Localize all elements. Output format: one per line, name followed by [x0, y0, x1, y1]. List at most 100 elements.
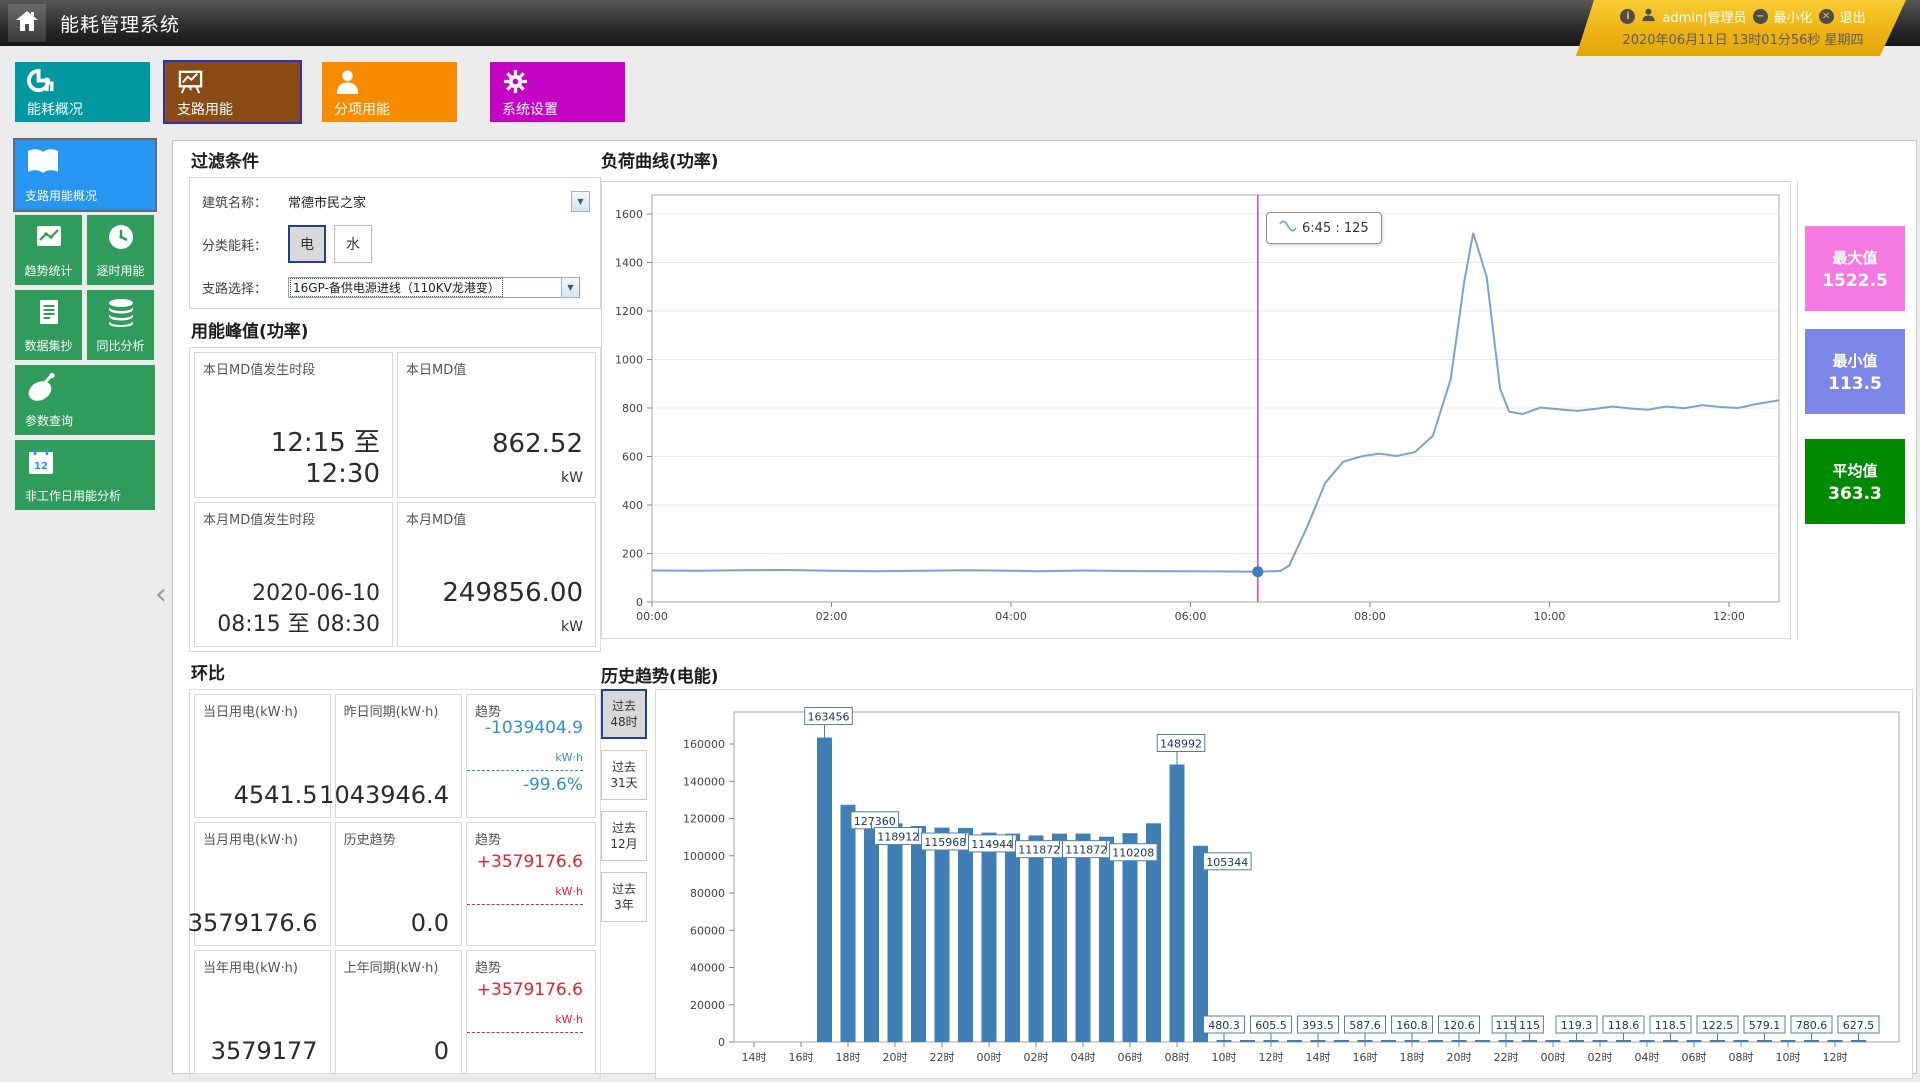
svg-text:02时: 02时 — [1024, 1051, 1049, 1064]
curve-chart-box: 0200400600800100012001400160000:0002:000… — [601, 181, 1791, 639]
svg-text:06时: 06时 — [1682, 1051, 1707, 1064]
hist-tab-3年[interactable]: 过去3年 — [601, 872, 647, 922]
sidebar-collapse-arrow[interactable]: ‹ — [155, 580, 167, 610]
nav-tab-3[interactable]: 分项用能 — [322, 62, 457, 122]
card-label: 历史趋势 — [344, 829, 396, 848]
database-icon — [105, 297, 137, 331]
app-title: 能耗管理系统 — [60, 10, 180, 37]
energy-option-水[interactable]: 水 — [334, 225, 372, 263]
home-button[interactable] — [8, 4, 46, 42]
trend-value: +3579176.6 kW·h — [467, 973, 583, 1051]
card-value: 3579177 — [211, 1037, 318, 1065]
branch-value: 16GP-备供电源进线（110KV龙港变） — [290, 278, 503, 297]
tooltip-text: 6:45 : 125 — [1302, 221, 1369, 236]
svg-text:22时: 22时 — [930, 1051, 955, 1064]
svg-text:12: 12 — [34, 461, 48, 472]
branch-select[interactable]: 16GP-备供电源进线（110KV龙港变） ▼ — [288, 277, 580, 298]
minimize-icon[interactable]: − — [1753, 9, 1768, 24]
card-value: 0.0 — [411, 909, 449, 937]
stat-value: 363.3 — [1828, 484, 1882, 504]
svg-text:111872: 111872 — [1065, 844, 1107, 857]
svg-text:110208: 110208 — [1112, 847, 1154, 860]
stat-label: 最大值 — [1832, 247, 1877, 268]
info-icon[interactable]: i — [1620, 9, 1635, 24]
logout-icon[interactable]: ✕ — [1819, 9, 1834, 24]
sidebar-item-4[interactable]: 数据集抄 — [15, 290, 82, 360]
nav-tab-2[interactable]: 支路用能 — [165, 62, 300, 122]
svg-text:16时: 16时 — [1353, 1051, 1378, 1064]
hist-tab-31天[interactable]: 过去31天 — [601, 750, 647, 800]
stat-label: 最小值 — [1832, 350, 1877, 371]
user-panel: i admin|管理员 − 最小化 ✕ 退出 2020年06月11日 13时01… — [1576, 0, 1906, 56]
sidebar-item-3[interactable]: 逐时用能 — [87, 215, 154, 285]
svg-text:140000: 140000 — [683, 775, 725, 788]
branch-label: 支路选择： — [202, 278, 288, 297]
card-value: 2020-06-1008:15 至 08:30 — [217, 581, 380, 638]
svg-text:12时: 12时 — [1259, 1051, 1284, 1064]
nav-tab-label: 支路用能 — [177, 99, 300, 119]
svg-text:16时: 16时 — [789, 1051, 814, 1064]
svg-text:04时: 04时 — [1635, 1051, 1660, 1064]
building-dropdown-arrow[interactable]: ▼ — [571, 191, 590, 212]
branch-dropdown-arrow[interactable]: ▼ — [561, 277, 579, 298]
curve-icon — [1279, 220, 1297, 236]
chart-tooltip: 6:45 : 125 — [1266, 212, 1382, 244]
svg-text:105344: 105344 — [1206, 856, 1248, 869]
nav-tab-4[interactable]: 系统设置 — [490, 62, 625, 122]
load-curve-chart[interactable]: 0200400600800100012001400160000:0002:000… — [602, 182, 1790, 638]
card-value: 1043946.4 — [319, 781, 449, 809]
card-value: 3579176.6 — [188, 909, 318, 937]
huanbi-title: 环比 — [191, 659, 225, 684]
hist-chart-box: 0200004000060000800001000001200001400001… — [655, 689, 1913, 1079]
logout-button[interactable]: 退出 — [1840, 7, 1866, 26]
svg-text:1200: 1200 — [615, 305, 643, 318]
svg-text:14时: 14时 — [1306, 1051, 1331, 1064]
peak-cards: 本日MD值发生时段12:15 至 12:30本日MD值862.52 kW本月MD… — [189, 347, 601, 652]
hist-tab-label: 过去 — [612, 820, 636, 836]
energy-label: 分类能耗： — [202, 235, 288, 254]
card-label: 本日MD值发生时段 — [203, 359, 315, 378]
sidebar-item-7[interactable]: 12非工作日用能分析 — [15, 440, 155, 510]
sidebar-item-2[interactable]: 趋势统计 — [15, 215, 82, 285]
energy-option-电[interactable]: 电 — [288, 225, 326, 263]
svg-text:160000: 160000 — [683, 738, 725, 751]
hist-tab-label2: 48时 — [610, 714, 637, 730]
svg-text:163456: 163456 — [808, 711, 850, 724]
content-panel: 过滤条件 建筑名称： 常德市民之家 ▼ 分类能耗： 电水 支路选择： 16GP-… — [172, 140, 1917, 1074]
building-label: 建筑名称： — [202, 192, 288, 211]
hist-tab-12月[interactable]: 过去12月 — [601, 811, 647, 861]
svg-text:115: 115 — [1496, 1019, 1517, 1032]
card-value: 862.52 kW — [492, 429, 583, 489]
minimize-button[interactable]: 最小化 — [1774, 7, 1813, 26]
sidebar-item-1[interactable]: 支路用能概况 — [15, 140, 155, 210]
nav-tab-1[interactable]: 能耗概况 — [15, 62, 150, 122]
huanbi-card-4: 当月用电(kW·h)3579176.6 — [194, 822, 331, 946]
svg-text:1000: 1000 — [615, 354, 643, 367]
svg-text:600: 600 — [622, 451, 643, 464]
peak-card-2: 本日MD值862.52 kW — [397, 352, 596, 498]
card-label: 本月MD值 — [406, 509, 466, 528]
peak-title: 用能峰值(功率) — [191, 317, 309, 342]
filter-box: 建筑名称： 常德市民之家 ▼ 分类能耗： 电水 支路选择： 16GP-备供电源进… — [189, 177, 601, 309]
history-bar-chart[interactable]: 0200004000060000800001000001200001400001… — [656, 690, 1912, 1078]
huanbi-card-9: 趋势+3579176.6 kW·h — [466, 950, 596, 1074]
sidebar-item-label: 逐时用能 — [96, 262, 144, 279]
sidebar-item-5[interactable]: 同比分析 — [87, 290, 154, 360]
svg-text:400: 400 — [622, 499, 643, 512]
sidebar: 支路用能概况趋势统计 逐时用能数据集抄同比分析参数查询12非工作日用能分析 — [15, 140, 155, 510]
hist-tab-48时[interactable]: 过去48时 — [601, 689, 647, 739]
sidebar-item-label: 同比分析 — [96, 337, 144, 354]
svg-text:60000: 60000 — [690, 924, 725, 937]
svg-text:480.3: 480.3 — [1208, 1019, 1240, 1032]
svg-text:148992: 148992 — [1160, 738, 1202, 751]
sidebar-item-6[interactable]: 参数查询 — [15, 365, 155, 435]
svg-text:10:00: 10:00 — [1534, 610, 1566, 623]
card-label: 当月用电(kW·h) — [203, 829, 298, 848]
svg-text:00时: 00时 — [1541, 1051, 1566, 1064]
card-label: 上年同期(kW·h) — [344, 957, 439, 976]
sidebar-item-label: 趋势统计 — [24, 262, 72, 279]
svg-text:0: 0 — [636, 596, 643, 609]
hist-tab-label: 过去 — [612, 698, 636, 714]
svg-text:115: 115 — [1519, 1019, 1540, 1032]
svg-text:04时: 04时 — [1071, 1051, 1096, 1064]
